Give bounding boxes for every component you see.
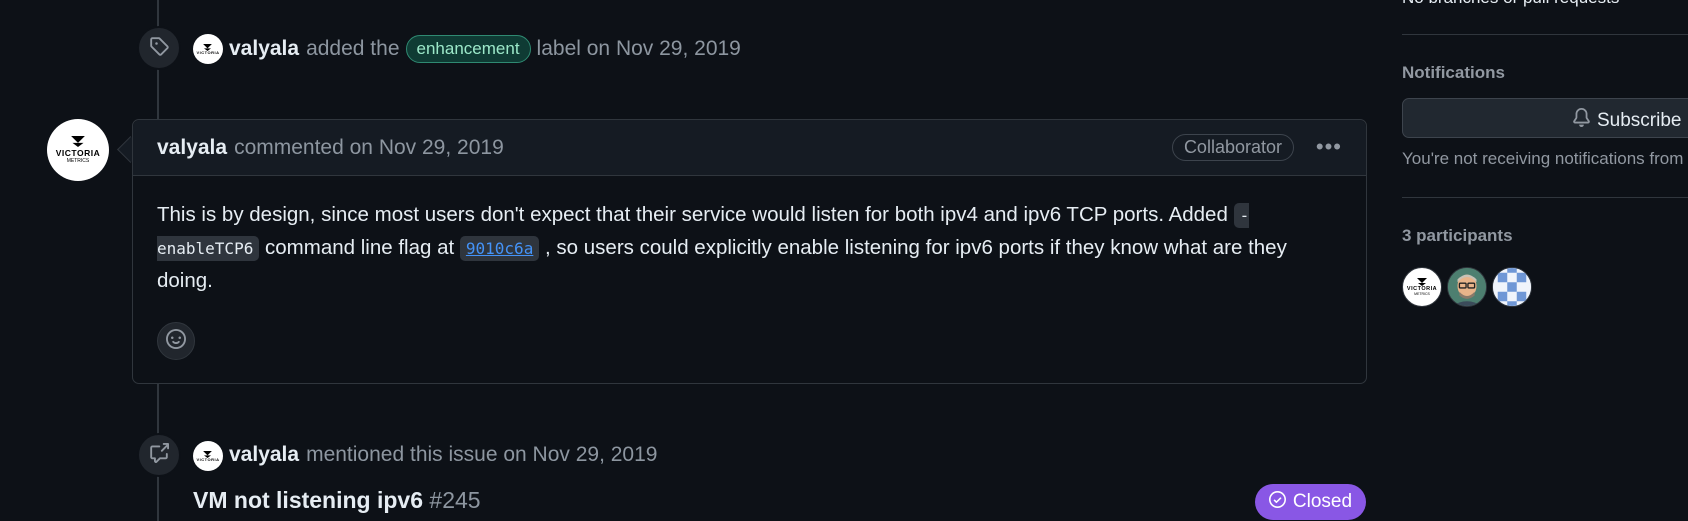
comment-header: valyala commented on Nov 29, 2019 Collab… [133,120,1366,176]
sidebar-divider [1402,197,1688,198]
avatar-brand: VICTORIA [196,49,220,55]
status-label: Closed [1292,491,1353,512]
development-text: No branches or pull requests [1402,0,1619,8]
comment-body: This is by design, since most users don'… [133,176,1366,297]
avatar[interactable]: VICTORIA [193,441,223,471]
sidebar-divider [1402,34,1688,35]
subscribe-label: Subscribe [1597,109,1682,131]
smiley-icon [166,328,186,354]
comment-author[interactable]: valyala [157,136,227,160]
timeline-badge [137,433,181,477]
event-author[interactable]: valyala [229,443,299,467]
issue-title[interactable]: VM not listening ipv6 [193,487,423,513]
avatar[interactable]: VICTORIA [193,34,223,64]
notifications-heading: Notifications [1402,63,1505,82]
participant-avatar[interactable]: VICTORIA METRICS [1402,267,1442,307]
comment-text: command line flag at [265,236,455,259]
collaborator-badge: Collaborator [1171,134,1294,161]
participant-avatar[interactable] [1492,267,1532,307]
comment-text: This is by design, since most users don'… [157,203,1228,226]
comment-timestamp[interactable]: commented on Nov 29, 2019 [234,136,504,160]
closed-status-badge: Closed [1255,484,1366,520]
notifications-status: You're not receiving notifications from … [1402,149,1688,168]
referenced-issue[interactable]: VM not listening ipv6 #245 [193,487,481,514]
avatar-sub: METRICS [66,157,90,164]
participant-avatar[interactable] [1447,267,1487,307]
subscribe-button[interactable]: Subscribe [1402,98,1688,138]
tag-icon [149,36,169,61]
event-text[interactable]: mentioned this issue on Nov 29, 2019 [306,443,657,467]
commit-link[interactable]: 9010c6a [459,236,540,261]
event-text[interactable]: label on Nov 29, 2019 [537,37,741,61]
bell-icon [1572,108,1591,133]
avatar-brand: VICTORIA [196,456,220,462]
comment-box: valyala commented on Nov 29, 2019 Collab… [132,119,1367,384]
kebab-menu-icon[interactable]: ••• [1316,134,1342,160]
issue-number[interactable]: #245 [429,487,480,513]
participants-heading: 3 participants [1402,226,1513,245]
avatar-sub: METRICS [1414,291,1430,296]
avatar-brand: VICTORIA [55,148,101,159]
label-event: valyala added the enhancement label on N… [229,35,741,63]
cross-reference-icon [149,442,169,468]
event-author[interactable]: valyala [229,37,299,61]
check-circle-icon [1268,490,1286,514]
timeline-badge [137,26,181,70]
mention-event: valyala mentioned this issue on Nov 29, … [229,443,657,467]
event-text: added the [306,37,400,60]
add-reaction-button[interactable] [157,322,195,360]
comment-author-avatar[interactable]: VICTORIA METRICS [47,119,109,181]
enhancement-label[interactable]: enhancement [405,35,531,63]
